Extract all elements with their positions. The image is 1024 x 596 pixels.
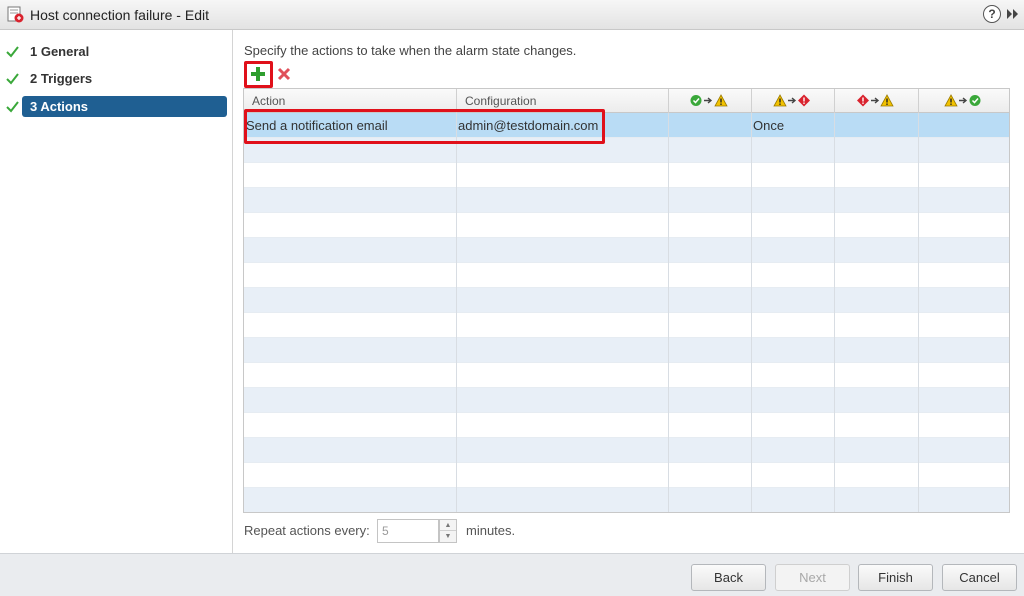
warning-to-ok-icon — [944, 94, 981, 107]
dialog-title: Host connection failure - Edit — [30, 7, 209, 23]
alarm-definition-icon — [7, 6, 24, 23]
column-divider — [751, 113, 752, 512]
nav-item-actions[interactable]: 3 Actions — [0, 96, 233, 118]
repeat-interval-input[interactable] — [377, 519, 439, 543]
empty-row — [244, 388, 1009, 413]
column-header-warning-to-ok[interactable] — [919, 89, 1009, 113]
empty-row — [244, 238, 1009, 263]
column-header-warning-to-critical[interactable] — [752, 89, 835, 113]
nav-item-label: 2 Triggers — [30, 71, 93, 86]
column-divider — [456, 113, 457, 512]
nav-item-triggers[interactable]: 2 Triggers — [0, 68, 233, 90]
empty-row — [244, 338, 1009, 363]
empty-row — [244, 413, 1009, 438]
help-icon[interactable]: ? — [983, 5, 1001, 23]
add-icon[interactable] — [250, 66, 266, 82]
check-icon — [6, 46, 19, 58]
empty-row — [244, 188, 1009, 213]
column-header-ok-to-warning[interactable] — [669, 89, 752, 113]
back-button[interactable]: Back — [691, 564, 766, 591]
check-icon — [6, 101, 19, 113]
cell-warning-to-ok[interactable] — [919, 113, 1009, 138]
spin-down-icon[interactable]: ▼ — [440, 531, 456, 542]
column-header-action[interactable]: Action — [244, 89, 457, 113]
table-row[interactable]: Send a notification email admin@testdoma… — [244, 113, 1009, 138]
repeat-interval-stepper[interactable]: ▲ ▼ — [439, 519, 457, 543]
spin-up-icon[interactable]: ▲ — [440, 520, 456, 531]
column-divider — [834, 113, 835, 512]
dialog-footer: Back Next Finish Cancel — [0, 553, 1024, 596]
nav-item-label: 3 Actions — [22, 96, 227, 117]
ok-to-warning-icon — [690, 94, 728, 107]
actions-table: Action Configuration Send a notification… — [243, 88, 1010, 513]
empty-row — [244, 488, 1009, 512]
next-button[interactable]: Next — [775, 564, 850, 591]
cancel-button[interactable]: Cancel — [942, 564, 1017, 591]
cell-warning-to-critical[interactable]: Once — [752, 113, 835, 138]
empty-row — [244, 463, 1009, 488]
empty-row — [244, 263, 1009, 288]
repeat-actions-label: Repeat actions every: — [244, 523, 370, 538]
column-divider — [918, 113, 919, 512]
empty-row — [244, 288, 1009, 313]
table-header: Action Configuration — [244, 89, 1009, 113]
column-header-configuration[interactable]: Configuration — [457, 89, 669, 113]
remove-icon[interactable] — [277, 67, 291, 81]
cell-critical-to-warning[interactable] — [835, 113, 919, 138]
column-header-critical-to-warning[interactable] — [835, 89, 919, 113]
empty-row — [244, 138, 1009, 163]
check-icon — [6, 73, 19, 85]
cell-action: Send a notification email — [246, 113, 457, 138]
title-bar: Host connection failure - Edit ? — [0, 0, 1024, 30]
empty-row — [244, 363, 1009, 388]
wizard-nav: 1 General 2 Triggers 3 Actions — [0, 30, 233, 553]
warning-to-critical-icon — [773, 94, 810, 107]
empty-row — [244, 213, 1009, 238]
empty-row — [244, 438, 1009, 463]
empty-row — [244, 313, 1009, 338]
column-divider — [668, 113, 669, 512]
nav-item-general[interactable]: 1 General — [0, 41, 233, 63]
instruction-text: Specify the actions to take when the ala… — [244, 43, 577, 58]
critical-to-warning-icon — [857, 94, 894, 107]
cell-configuration: admin@testdomain.com — [457, 113, 669, 138]
cell-ok-to-warning[interactable] — [669, 113, 752, 138]
empty-row — [244, 163, 1009, 188]
finish-button[interactable]: Finish — [858, 564, 933, 591]
expand-panel-icon[interactable] — [1005, 6, 1021, 22]
minutes-label: minutes. — [466, 523, 516, 538]
nav-item-label: 1 General — [30, 44, 90, 59]
